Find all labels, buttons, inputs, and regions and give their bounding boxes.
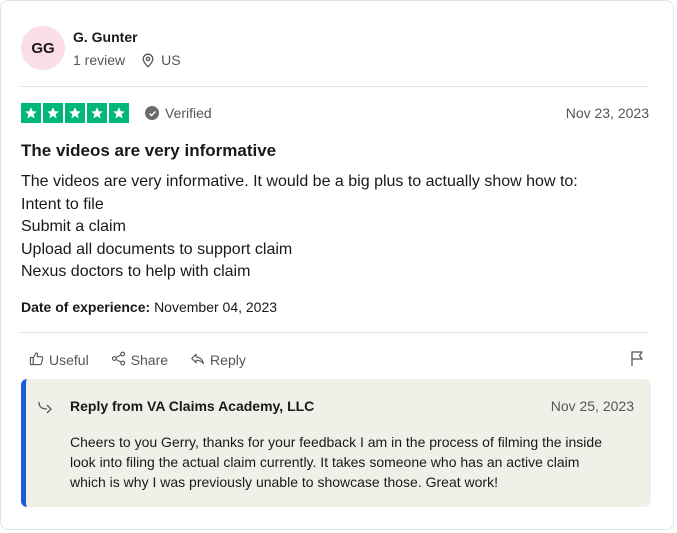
review-body-line: Nexus doctors to help with claim — [21, 263, 251, 280]
star-icon — [21, 103, 41, 123]
star-icon — [65, 103, 85, 123]
check-icon — [145, 106, 159, 120]
star-icon — [87, 103, 107, 123]
verified-label: Verified — [165, 105, 212, 121]
star-icon — [109, 103, 129, 123]
review-body-line: Submit a claim — [21, 218, 126, 235]
review-body-line: The videos are very informative. It woul… — [21, 173, 578, 190]
reply-title: Reply from VA Claims Academy, LLC — [70, 398, 315, 414]
share-button[interactable]: Share — [111, 351, 168, 369]
experience-date: November 04, 2023 — [154, 299, 278, 315]
review-date: Nov 23, 2023 — [565, 105, 649, 121]
reply-label: Reply — [210, 352, 246, 368]
review-body-line: Intent to file — [21, 195, 104, 213]
company-reply: Reply from VA Claims Academy, LLC Nov 25… — [21, 379, 651, 507]
review-actions: Useful Share Reply — [29, 351, 246, 369]
review-title[interactable]: The videos are very informative — [21, 141, 276, 161]
experience-label: Date of experience: — [21, 299, 151, 315]
avatar[interactable]: GG — [21, 26, 65, 70]
divider — [20, 86, 649, 87]
reply-text: Cheers to you Gerry, thanks for your fee… — [70, 432, 630, 492]
date-of-experience: Date of experience: November 04, 2023 — [21, 299, 277, 315]
useful-label: Useful — [49, 352, 89, 368]
share-icon — [111, 351, 126, 369]
useful-button[interactable]: Useful — [29, 351, 89, 369]
location-pin-icon — [141, 53, 155, 68]
reply-text-line: Cheers to you Gerry, thanks for your fee… — [70, 434, 602, 450]
thumbs-up-icon — [29, 351, 44, 369]
star-rating — [21, 103, 129, 123]
reply-icon — [190, 351, 205, 369]
review-card: GG G. Gunter 1 review US Verified Nov 23… — [0, 0, 674, 530]
share-label: Share — [130, 352, 169, 368]
star-icon — [43, 103, 63, 123]
review-body-line: Upload all documents to support claim — [21, 240, 293, 258]
verified-badge[interactable]: Verified — [145, 105, 212, 121]
reviewer-country: US — [161, 52, 181, 68]
reply-button[interactable]: Reply — [190, 351, 246, 369]
reply-text-line: which is why I was previously unable to … — [70, 474, 498, 490]
reviewer-meta: 1 review US — [73, 52, 181, 68]
reviewer-name[interactable]: G. Gunter — [73, 29, 138, 45]
review-count: 1 review — [73, 52, 126, 68]
reply-text-line: look into filing the actual claim curren… — [70, 454, 580, 470]
divider — [20, 332, 649, 333]
reply-date: Nov 25, 2023 — [550, 398, 634, 414]
flag-icon[interactable] — [630, 350, 645, 372]
reply-arrow-icon — [38, 400, 56, 419]
review-body: The videos are very informative. It woul… — [21, 171, 578, 284]
